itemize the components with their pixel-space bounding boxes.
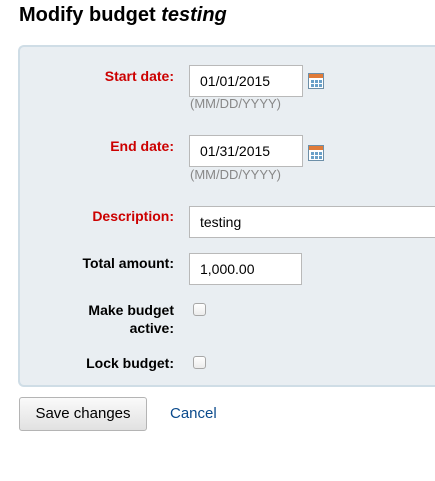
description-input[interactable]: testing <box>189 206 435 238</box>
description-label: Description: <box>92 208 174 224</box>
end-date-calendar-icon[interactable] <box>308 145 324 161</box>
total-amount-input[interactable]: 1,000.00 <box>189 253 302 285</box>
start-date-label: Start date: <box>104 68 174 84</box>
end-date-format-hint: (MM/DD/YYYY) <box>190 167 281 182</box>
make-budget-active-checkbox[interactable] <box>193 303 206 316</box>
make-budget-active-label: Make budget active: <box>88 302 174 336</box>
end-date-input[interactable]: 01/31/2015 <box>189 135 303 167</box>
lock-budget-label: Lock budget: <box>86 355 174 371</box>
page-title-prefix: Modify budget <box>19 4 156 26</box>
end-date-label: End date: <box>110 138 174 154</box>
cancel-link[interactable]: Cancel <box>170 405 217 422</box>
lock-budget-checkbox[interactable] <box>193 356 206 369</box>
start-date-format-hint: (MM/DD/YYYY) <box>190 96 281 111</box>
page-title: Modify budget testing <box>19 4 227 27</box>
save-changes-button[interactable]: Save changes <box>19 397 147 431</box>
budget-name: testing <box>161 4 227 26</box>
start-date-calendar-icon[interactable] <box>308 73 324 89</box>
start-date-input[interactable]: 01/01/2015 <box>189 65 303 97</box>
total-amount-label: Total amount: <box>82 255 174 271</box>
